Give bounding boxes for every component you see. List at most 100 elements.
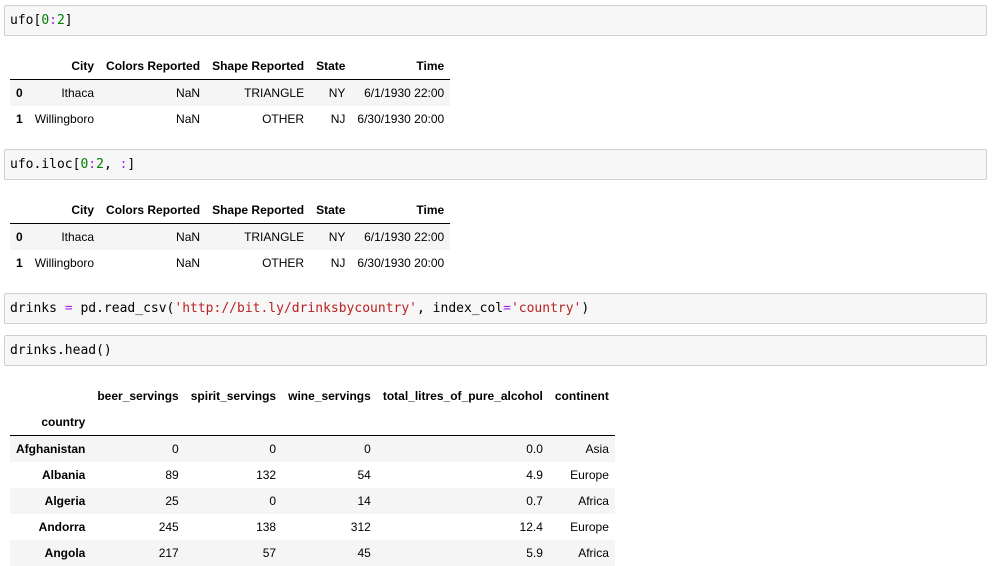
column-header: Colors Reported — [100, 197, 207, 224]
table-cell: NaN — [176, 112, 201, 126]
table-cell: Willingboro — [34, 112, 95, 126]
table-row: Angola 217 57 45 5.9 Africa — [10, 540, 615, 566]
table-cell: 138 — [256, 520, 277, 534]
table-cell: Africa — [578, 546, 609, 560]
table-cell: OTHER — [262, 112, 305, 126]
code-token: : — [49, 13, 57, 28]
code-line: ufo.iloc[0:2, :] — [10, 157, 135, 173]
index-name-header: country — [10, 409, 92, 436]
table-cell: 45 — [357, 546, 371, 560]
table-cell: 0 — [364, 442, 371, 456]
table-cell: 0.7 — [526, 494, 543, 508]
table-cell: 4.9 — [526, 468, 543, 482]
table-row: Algeria 25 0 14 0.7 Africa — [10, 488, 615, 514]
table-cell: 6/1/1930 22:00 — [364, 230, 445, 244]
row-index: Andorra — [38, 520, 86, 534]
code-token: , — [103, 157, 120, 172]
code-token: 'http://bit.ly/drinksbycountry' — [174, 301, 418, 316]
table-cell: NJ — [330, 112, 346, 126]
table-row: Andorra 245 138 312 12.4 Europe — [10, 514, 615, 540]
table-cell: Europe — [570, 468, 609, 482]
table-cell: 132 — [256, 468, 277, 482]
table-row: 1 Willingboro NaN OTHER NJ 6/30/1930 20:00 — [10, 250, 451, 276]
table-cell: 14 — [357, 494, 371, 508]
column-header: State — [310, 197, 352, 224]
code-token: ] — [127, 157, 136, 172]
code-token: : — [88, 157, 97, 172]
column-header: Time — [351, 53, 451, 80]
table-cell: TRIANGLE — [244, 230, 305, 244]
table-cell: OTHER — [262, 256, 305, 270]
table-cell: TRIANGLE — [244, 86, 305, 100]
code-token: ) — [581, 301, 590, 316]
empty-header-cell — [184, 409, 283, 436]
table-cell: 57 — [262, 546, 277, 560]
table-cell: 6/1/1930 22:00 — [364, 86, 445, 100]
column-header: State — [310, 53, 352, 80]
code-token: 0 — [41, 13, 50, 28]
table-header-row: City Colors Reported Shape Reported State Ti… — [10, 53, 451, 80]
code-token: 2 — [56, 13, 65, 28]
index-corner — [10, 53, 29, 80]
row-index: 0 — [16, 86, 23, 100]
code-line: ufo[0:2] — [10, 13, 73, 29]
empty-header-cell — [282, 409, 377, 436]
column-header: total_litres_of_pure_alcohol — [382, 389, 543, 403]
table-cell: Asia — [585, 442, 609, 456]
table-cell: 245 — [158, 520, 179, 534]
table-cell: 0.0 — [526, 442, 543, 456]
table-index-name-row: country — [10, 409, 615, 436]
table-cell: 6/30/1930 20:00 — [357, 256, 445, 270]
empty-header-cell — [376, 409, 549, 436]
code-token: ufo[ — [10, 13, 42, 28]
index-corner — [10, 197, 29, 224]
code-cell-read-csv[interactable]: drinks = pd.read_csv('http://bit.ly/drin… — [4, 293, 987, 324]
code-token: drinks.head() — [10, 343, 112, 358]
code-token: 2 — [96, 157, 104, 172]
column-header: Shape Reported — [206, 53, 311, 80]
drinks-head-output-table: beer_servings spirit_servings wine_serving… — [10, 383, 615, 566]
table-cell: NaN — [176, 256, 201, 270]
table-cell: Ithaca — [61, 230, 95, 244]
row-index: 1 — [16, 112, 23, 126]
table-cell: 6/30/1930 20:00 — [357, 112, 445, 126]
table-cell: 12.4 — [519, 520, 543, 534]
table-cell: NY — [328, 230, 346, 244]
code-line: drinks = pd.read_csv('http://bit.ly/drin… — [10, 301, 589, 317]
column-header: spirit_servings — [190, 389, 277, 403]
table-cell: 89 — [165, 468, 179, 482]
table-cell: NY — [328, 86, 346, 100]
code-token: = — [64, 301, 73, 316]
index-corner — [10, 383, 91, 409]
empty-header-cell — [548, 409, 615, 436]
code-cell-ufo-iloc[interactable]: ufo.iloc[0:2, :] — [4, 149, 987, 180]
table-cell: 312 — [350, 520, 371, 534]
table-header-row: beer_servings spirit_servings wine_serving… — [10, 383, 615, 409]
table-cell: Ithaca — [61, 86, 95, 100]
table-cell: Africa — [578, 494, 609, 508]
table-cell: 25 — [165, 494, 179, 508]
table-row: 0 Ithaca NaN TRIANGLE NY 6/1/1930 22:00 — [10, 79, 451, 106]
code-token: pd.read_csv( — [72, 301, 175, 316]
row-index: 1 — [16, 256, 23, 270]
table-cell: 0 — [172, 442, 179, 456]
code-cell-drinks-head[interactable]: drinks.head() — [4, 335, 987, 366]
table-cell: 0 — [269, 442, 277, 456]
code-token: drinks — [10, 301, 65, 316]
code-line: drinks.head() — [10, 343, 112, 359]
code-token: ] — [64, 13, 73, 28]
table-cell: NaN — [176, 86, 201, 100]
table-cell: 217 — [158, 546, 179, 560]
row-index: Angola — [44, 546, 86, 560]
column-header: City — [28, 53, 101, 80]
code-token: , index_col — [417, 301, 504, 316]
table-row: 0 Ithaca NaN TRIANGLE NY 6/1/1930 22:00 — [10, 223, 451, 250]
table-cell: 0 — [269, 494, 277, 508]
code-cell-ufo-slice[interactable]: ufo[0:2] — [4, 5, 987, 36]
table-cell: 54 — [357, 468, 371, 482]
table-row: 1 Willingboro NaN OTHER NJ 6/30/1930 20:00 — [10, 106, 451, 132]
column-header: continent — [554, 389, 609, 403]
table-cell: 5.9 — [526, 546, 543, 560]
code-token: = — [503, 301, 511, 316]
table-cell: Europe — [570, 520, 609, 534]
